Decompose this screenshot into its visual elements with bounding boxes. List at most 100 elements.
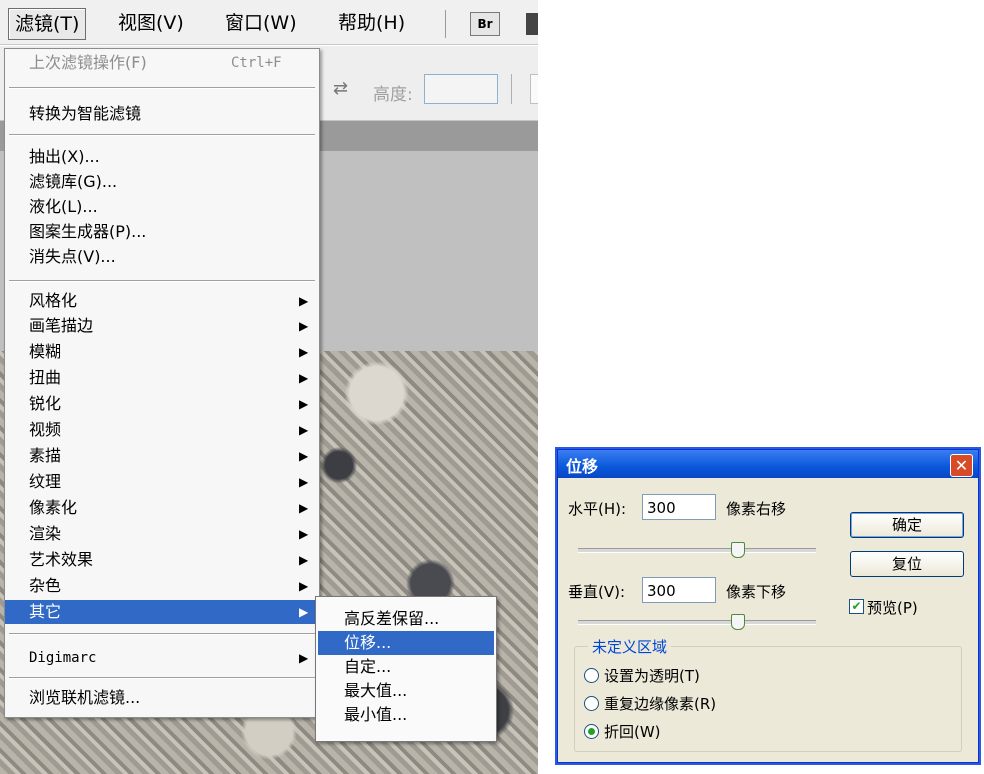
menu-item-artistic[interactable]: 艺术效果 ▶ (5, 548, 319, 572)
menu-separator (9, 633, 315, 635)
menu-item-distort[interactable]: 扭曲 ▶ (5, 366, 319, 390)
vertical-label: 垂直(V): (568, 583, 626, 601)
menu-item-sketch[interactable]: 素描 ▶ (5, 444, 319, 468)
menu-item-convert-smart-filter[interactable]: 转换为智能滤镜 (5, 102, 319, 126)
menu-item-shortcut: Ctrl+F (231, 55, 282, 71)
menu-item-label: 上次滤镜操作(F) (29, 53, 147, 72)
radio-label-repeat-edge-pixels[interactable]: 重复边缘像素(R) (604, 693, 716, 714)
menu-item-liquify[interactable]: 液化(L)... (5, 195, 319, 219)
menu-item-label: 滤镜库(G)... (29, 172, 118, 191)
menu-item-brush-strokes[interactable]: 画笔描边 ▶ (5, 314, 319, 338)
menu-item-stylize[interactable]: 风格化 ▶ (5, 289, 319, 313)
menu-item-vanishing-point[interactable]: 消失点(V)... (5, 245, 319, 269)
photoshop-window: 滤镜(T) 视图(V) 窗口(W) 帮助(H) Br ⇄ 高度: 上次滤镜操作(… (0, 0, 538, 774)
submenu-arrow-icon: ▶ (299, 294, 309, 308)
dialog-title-bar[interactable]: 位移 ✕ (558, 450, 978, 478)
radio-repeat-edge-pixels[interactable] (584, 696, 599, 711)
menu-item-label: 素描 (29, 446, 62, 465)
menu-item-sharpen[interactable]: 锐化 ▶ (5, 392, 319, 416)
ok-button[interactable]: 确定 (850, 512, 964, 538)
menu-item-texture[interactable]: 纹理 ▶ (5, 470, 319, 494)
menu-item-other[interactable]: 其它 ▶ (5, 600, 319, 624)
submenu-item-custom[interactable]: 自定... (318, 655, 494, 679)
submenu-arrow-icon: ▶ (299, 475, 309, 489)
menu-item-label: 消失点(V)... (29, 247, 116, 266)
menu-item-label: 转换为智能滤镜 (29, 104, 142, 123)
undefined-area-legend: 未定义区域 (588, 636, 672, 657)
radio-set-transparent[interactable] (584, 668, 599, 683)
menubar: 滤镜(T) 视图(V) 窗口(W) 帮助(H) Br (0, 0, 538, 45)
menu-item-digimarc[interactable]: Digimarc ▶ (5, 646, 319, 670)
menu-item-label: Digimarc (29, 650, 97, 666)
mini-bridge-icon[interactable] (526, 13, 538, 35)
submenu-arrow-icon: ▶ (299, 651, 309, 665)
menu-item-label: 浏览联机滤镜... (29, 688, 141, 707)
menu-item-label: 纹理 (29, 472, 62, 491)
menu-item-label: 其它 (29, 602, 62, 621)
submenu-item-high-pass[interactable]: 高反差保留... (318, 607, 494, 631)
submenu-arrow-icon: ▶ (299, 345, 309, 359)
vertical-input[interactable]: 300 (642, 577, 716, 603)
menu-item-pixelate[interactable]: 像素化 ▶ (5, 496, 319, 520)
horizontal-unit: 像素右移 (726, 500, 787, 518)
horizontal-slider-thumb[interactable] (731, 542, 746, 558)
reset-button[interactable]: 复位 (850, 551, 964, 577)
radio-label-set-transparent[interactable]: 设置为透明(T) (604, 665, 700, 686)
submenu-arrow-icon: ▶ (299, 397, 309, 411)
menu-item-render[interactable]: 渲染 ▶ (5, 522, 319, 546)
menu-filter[interactable]: 滤镜(T) (8, 8, 87, 40)
menu-item-label: 液化(L)... (29, 197, 98, 216)
bridge-button[interactable]: Br (470, 12, 500, 36)
menu-item-noise[interactable]: 杂色 ▶ (5, 574, 319, 598)
radio-label-wrap-around[interactable]: 折回(W) (604, 721, 661, 742)
horizontal-slider-track[interactable] (578, 548, 816, 553)
menu-window[interactable]: 窗口(W) (219, 8, 303, 38)
height-label: 高度: (373, 85, 413, 105)
menu-separator (9, 87, 315, 89)
menu-help[interactable]: 帮助(H) (332, 8, 411, 38)
menu-item-label: 渲染 (29, 524, 62, 543)
submenu-arrow-icon: ▶ (299, 423, 309, 437)
horizontal-input[interactable]: 300 (642, 494, 716, 520)
horizontal-label: 水平(H): (568, 500, 627, 518)
submenu-item-offset[interactable]: 位移... (318, 631, 494, 655)
menu-item-extract[interactable]: 抽出(X)... (5, 145, 319, 169)
submenu-item-label: 最小值... (344, 705, 408, 724)
submenu-arrow-icon: ▶ (299, 527, 309, 541)
menu-item-label: 画笔描边 (29, 316, 94, 335)
other-submenu: 高反差保留... 位移... 自定... 最大值... 最小值... (315, 596, 497, 742)
menu-item-label: 杂色 (29, 576, 62, 595)
preview-label[interactable]: 预览(P) (867, 597, 918, 618)
menu-item-last-filter: 上次滤镜操作(F) Ctrl+F (5, 51, 319, 75)
preview-checkbox[interactable]: ✔ (849, 599, 864, 614)
submenu-item-label: 最大值... (344, 681, 408, 700)
menu-item-blur[interactable]: 模糊 ▶ (5, 340, 319, 364)
vertical-slider-thumb[interactable] (731, 614, 746, 630)
menu-item-label: 视频 (29, 420, 62, 439)
options-divider (511, 74, 512, 104)
submenu-item-maximum[interactable]: 最大值... (318, 679, 494, 703)
height-input[interactable] (424, 74, 498, 104)
options-control[interactable] (530, 74, 538, 104)
submenu-arrow-icon: ▶ (299, 605, 309, 619)
radio-wrap-around[interactable] (584, 724, 599, 739)
vertical-unit: 像素下移 (726, 583, 787, 601)
submenu-item-label: 高反差保留... (344, 609, 440, 628)
submenu-arrow-icon: ▶ (299, 579, 309, 593)
menu-item-pattern-maker[interactable]: 图案生成器(P)... (5, 220, 319, 244)
menu-separator (9, 677, 315, 679)
menu-item-browse-online-filters[interactable]: 浏览联机滤镜... (5, 686, 319, 710)
menu-item-label: 图案生成器(P)... (29, 222, 147, 241)
menu-item-label: 扭曲 (29, 368, 62, 387)
filter-menu: 上次滤镜操作(F) Ctrl+F 转换为智能滤镜 抽出(X)... 滤镜库(G)… (4, 48, 320, 718)
submenu-item-minimum[interactable]: 最小值... (318, 703, 494, 727)
submenu-item-label: 位移... (344, 633, 392, 652)
vertical-slider-track[interactable] (578, 620, 816, 625)
menu-item-label: 像素化 (29, 498, 78, 517)
menu-view[interactable]: 视图(V) (112, 8, 190, 38)
menu-item-label: 风格化 (29, 291, 78, 310)
menu-item-video[interactable]: 视频 ▶ (5, 418, 319, 442)
swap-arrows-icon[interactable]: ⇄ (333, 78, 348, 99)
menu-item-filter-gallery[interactable]: 滤镜库(G)... (5, 170, 319, 194)
close-icon[interactable]: ✕ (950, 454, 973, 477)
